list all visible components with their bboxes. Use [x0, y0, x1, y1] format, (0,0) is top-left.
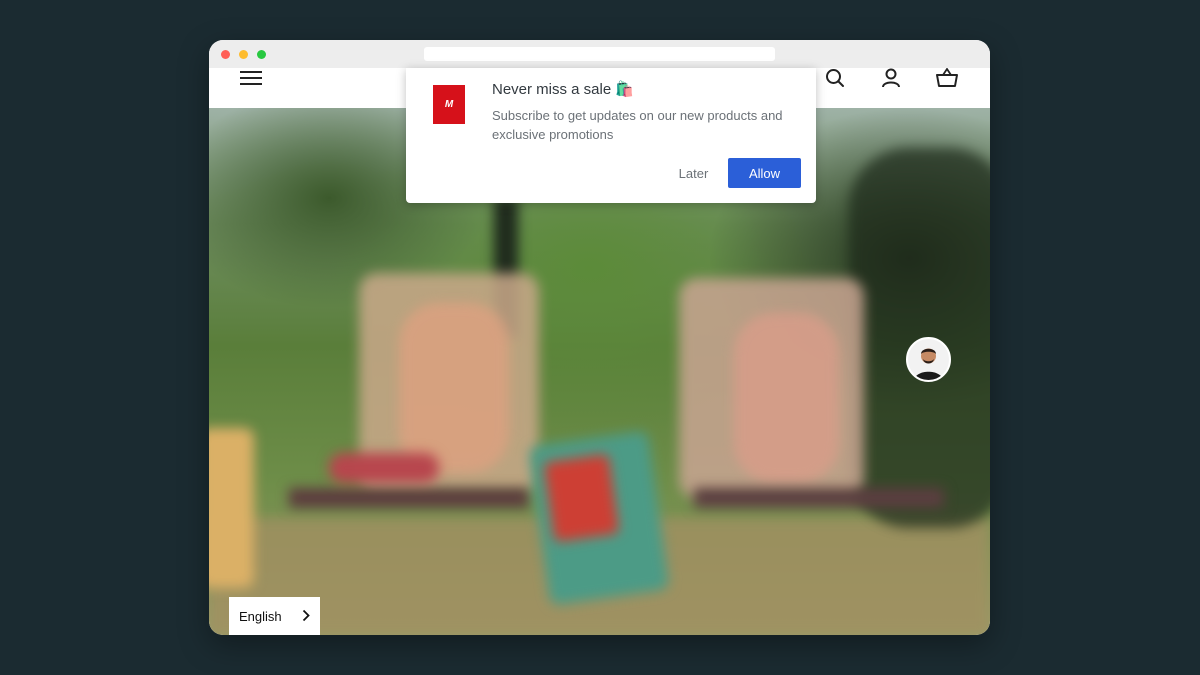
minimize-window-button[interactable] — [239, 50, 248, 59]
popup-title: Never miss a sale 🛍️ — [492, 81, 635, 98]
hero-person-right — [734, 313, 839, 483]
hero-bag-print — [543, 453, 620, 543]
close-window-button[interactable] — [221, 50, 230, 59]
brand-logo: M — [433, 85, 465, 124]
popup-message: Subscribe to get updates on our new prod… — [492, 108, 783, 142]
subscribe-popup: M Never miss a sale 🛍️ Subscribe to get … — [406, 68, 816, 203]
address-bar[interactable] — [424, 47, 775, 61]
hero-object-left — [209, 428, 254, 588]
hero-table-left — [289, 488, 529, 508]
cart-icon[interactable] — [934, 65, 960, 91]
hero-person-left — [399, 303, 509, 473]
language-selector[interactable]: English — [229, 597, 320, 635]
chevron-right-icon — [302, 609, 310, 627]
hero-table-right — [694, 488, 944, 508]
hero-shoes — [329, 453, 439, 483]
account-icon[interactable] — [878, 65, 904, 91]
chat-avatar[interactable] — [906, 337, 951, 382]
maximize-window-button[interactable] — [257, 50, 266, 59]
menu-icon[interactable] — [238, 65, 264, 91]
brand-logo-text: M — [444, 99, 454, 110]
browser-chrome — [209, 40, 990, 68]
support-agent-icon — [908, 339, 949, 380]
language-label: English — [239, 608, 282, 624]
allow-button[interactable]: Allow — [728, 158, 801, 188]
search-icon[interactable] — [822, 65, 848, 91]
later-button[interactable]: Later — [666, 158, 721, 188]
browser-window: M Never miss a sale 🛍️ Subscribe to get … — [209, 40, 990, 635]
